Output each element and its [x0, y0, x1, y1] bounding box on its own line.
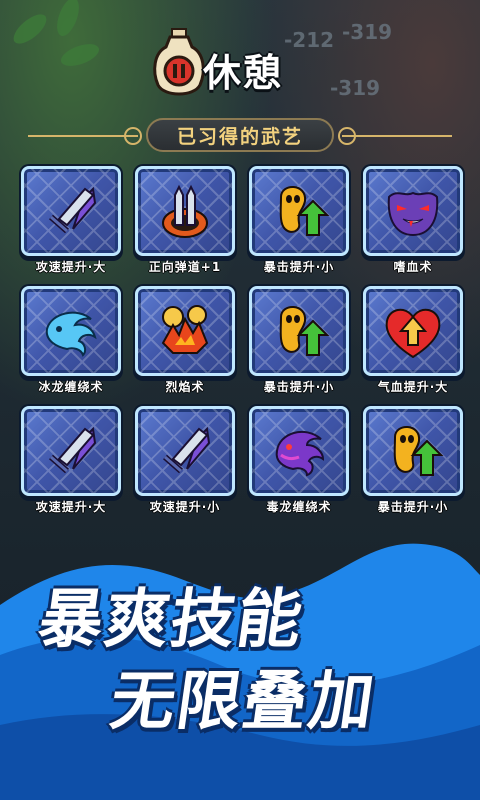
skill-label: 冰龙缠绕术 — [38, 380, 104, 394]
skill-label: 暴击提升·小 — [263, 260, 335, 274]
skill-label: 暴击提升·小 — [263, 380, 335, 394]
skill-card[interactable]: 暴击提升·小 — [356, 400, 470, 520]
skill-label: 烈焰术 — [165, 380, 205, 394]
banner-line — [342, 135, 452, 137]
skill-card[interactable]: 攻速提升·小 — [128, 400, 242, 520]
skill-label: 攻速提升·小 — [149, 500, 221, 514]
section-title: 已习得的武艺 — [146, 118, 334, 152]
damage-number: -319 — [342, 20, 393, 44]
skill-label: 暴击提升·小 — [377, 500, 449, 514]
section-banner: 已习得的武艺 — [28, 118, 452, 154]
ice-dragon-icon — [45, 311, 97, 357]
poison-dragon-icon — [275, 430, 325, 477]
banner-line — [28, 135, 138, 137]
skill-label: 正向弹道+1 — [148, 260, 222, 274]
vampire-face-icon — [387, 191, 439, 237]
skill-card[interactable]: 毒龙缠绕术 — [242, 400, 356, 520]
skill-card[interactable]: 暴击提升·小 — [242, 160, 356, 280]
sword-icon — [49, 186, 97, 234]
sword-icon — [163, 426, 211, 474]
heart-up-icon — [385, 308, 441, 359]
sword-icon — [49, 426, 97, 474]
swirl-ornament-icon — [124, 127, 142, 145]
promo-line-2: 无限叠加 — [105, 665, 381, 739]
damage-number: -319 — [330, 76, 381, 100]
flame-icon — [161, 305, 209, 354]
skill-card[interactable]: 攻速提升·大 — [14, 400, 128, 520]
rest-title: 休憩 — [203, 51, 284, 95]
skill-label: 嗜血术 — [393, 260, 433, 274]
twin-swords-icon — [162, 184, 208, 238]
skill-label: 气血提升·大 — [377, 380, 449, 394]
crit-figure-icon — [279, 306, 330, 356]
skill-label: 攻速提升·大 — [35, 260, 107, 274]
skill-card[interactable]: 嗜血术 — [356, 160, 470, 280]
pause-gourd-icon — [153, 28, 205, 96]
skill-label: 毒龙缠绕术 — [266, 500, 332, 514]
skill-card[interactable]: 攻速提升·大 — [14, 160, 128, 280]
skill-label: 攻速提升·大 — [35, 500, 107, 514]
skill-card[interactable]: 气血提升·大 — [356, 280, 470, 400]
skill-card[interactable]: 正向弹道+1 — [128, 160, 242, 280]
skill-card[interactable]: 暴击提升·小 — [242, 280, 356, 400]
skill-card[interactable]: 烈焰术 — [128, 280, 242, 400]
crit-figure-icon — [279, 186, 330, 236]
crit-figure-icon — [393, 426, 444, 476]
damage-number: -212 — [284, 28, 335, 52]
skill-card[interactable]: 冰龙缠绕术 — [14, 280, 128, 400]
promo-line-1: 暴爽技能 — [33, 583, 309, 657]
